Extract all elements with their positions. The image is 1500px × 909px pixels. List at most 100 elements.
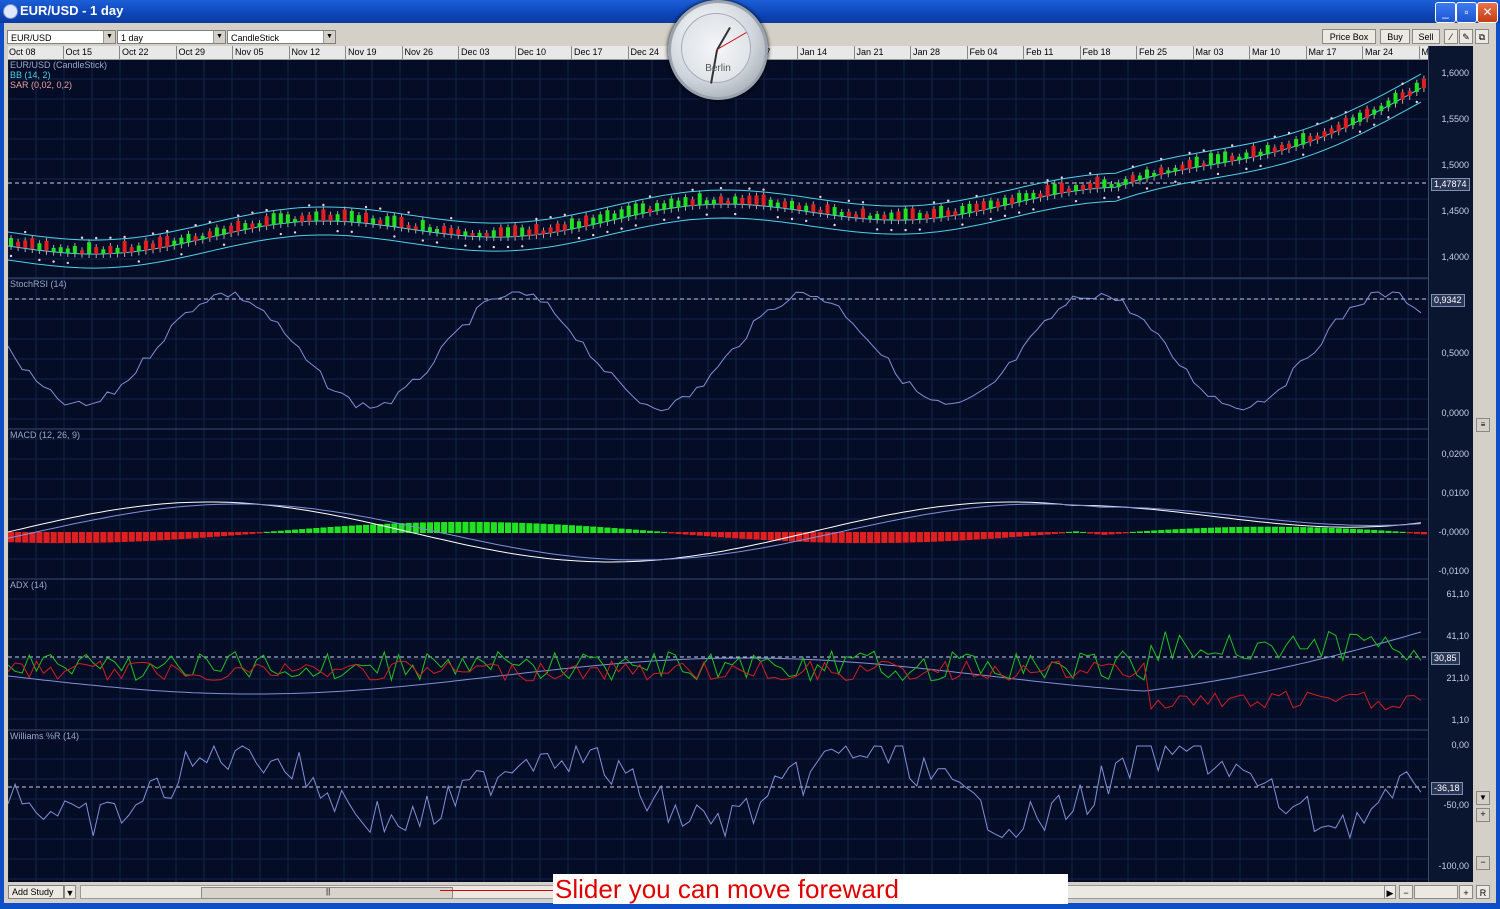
scroll-right-icon[interactable]: ▶ [1384,885,1396,899]
grip-label: || [326,887,331,896]
chevron-down-icon[interactable]: ▼ [64,885,76,899]
sar-dot [1032,208,1035,211]
candle-body [122,241,127,253]
chart-type-value: CandleStick [231,33,280,43]
vertical-scrollbar[interactable]: ≡ ▼ + − [1473,46,1491,882]
sar-dot [80,236,84,239]
detach-window-icon[interactable]: ⧉ [1475,29,1489,44]
macd-histogram-bar [1392,531,1399,533]
macd-histogram-bar [1314,527,1321,533]
chart-type-select[interactable]: CandleStick ▼ [227,30,336,44]
sar-dot [819,195,822,199]
clock-widget: Berlin [668,0,768,100]
macd-histogram-bar [363,524,370,533]
candle-body [811,204,816,212]
sar-dot [1387,116,1390,119]
macd-histogram-bar [1257,526,1264,533]
macd-histogram-bar [1186,528,1193,533]
sar-dot [1273,135,1277,138]
chart-area[interactable] [8,46,1428,882]
buy-button[interactable]: Buy [1380,29,1410,44]
macd-histogram-bar [867,532,874,544]
sar-dot [961,223,964,226]
zoom-in-icon[interactable]: + [1476,808,1490,822]
candle-body [328,214,333,221]
sar-dot [237,214,240,217]
axis-label: 61,10 [1446,589,1469,599]
date-tick-label: Oct 29 [175,46,205,59]
macd-histogram-bar [1002,532,1009,538]
candle-body [1272,147,1277,153]
reset-button[interactable]: R [1476,885,1490,899]
candle-body [882,214,887,220]
current-price-badge: 1,47874 [1431,178,1470,191]
time-slider-thumb[interactable]: || [201,887,453,899]
zoom-level-box[interactable] [1414,885,1458,899]
candle-body [108,245,113,254]
bb-label: BB (14, 2) [10,70,51,80]
macd-histogram-bar [1193,528,1200,533]
candle-body [1194,156,1199,168]
callout-pointer [440,890,553,891]
candle-body [1294,139,1299,147]
candle-body [58,247,63,253]
sar-dot [364,205,368,209]
sar-dot [1287,131,1291,135]
pencil-icon[interactable]: ✎ [1459,29,1473,44]
add-study-button[interactable]: Add Study [8,885,64,899]
sar-dot [549,215,552,219]
axis-label: -0,0000 [1438,527,1469,537]
sar-dot [1259,164,1262,168]
bb-middle-line [8,87,1422,255]
candle-body [1400,92,1405,100]
candle-body [1244,152,1249,159]
macd-histogram-bar [682,532,689,535]
sar-label: SAR (0,02, 0,2) [10,80,73,90]
macd-histogram-bar [1037,532,1044,536]
macd-histogram-bar [1129,531,1136,533]
sar-dot [1145,187,1149,190]
macd-histogram-bar [135,532,142,542]
candle-body [1088,183,1093,190]
macd-histogram-bar [1051,532,1058,534]
price-box-button[interactable]: Price Box [1322,29,1376,44]
draw-tool-icon[interactable]: ⁄ [1444,29,1458,44]
instrument-select[interactable]: EUR/USD ▼ [7,30,116,44]
chevron-down-icon[interactable]: ▼ [103,31,115,43]
sar-dot [464,244,467,247]
candle-body [775,202,780,208]
maximize-button[interactable]: ▫ [1456,2,1477,23]
zoom-out-icon[interactable]: − [1476,856,1490,870]
date-tick-label: Dec 17 [571,46,603,59]
scroll-grip-icon[interactable]: ≡ [1476,418,1490,432]
candle-body [1251,145,1256,158]
close-button[interactable]: ✕ [1477,2,1498,23]
scroll-down-icon[interactable]: ▼ [1476,791,1490,805]
sar-dot [38,258,41,262]
macd-histogram-bar [426,522,433,533]
macd-histogram-bar [881,532,888,543]
value-axis[interactable]: 1,6000 1,5500 1,5000 1,4500 1,4000 1,478… [1428,46,1473,882]
date-tick-label: Mar 3 [1418,46,1428,59]
zoom-in-button[interactable]: + [1459,885,1473,899]
sell-button[interactable]: Sell [1412,29,1440,44]
candle-body [278,213,283,225]
chevron-down-icon[interactable]: ▼ [213,31,225,43]
candle-body [51,247,56,252]
sar-dot [66,261,69,265]
chevron-down-icon[interactable]: ▼ [323,31,335,43]
candle-body [250,223,255,229]
zoom-out-button[interactable]: − [1399,885,1413,899]
date-tick-label: Jan 14 [797,46,827,59]
candle-body [953,211,958,216]
macd-histogram-bar [121,532,128,542]
macd-histogram-bar [817,532,824,543]
sar-dot [336,229,339,233]
macd-histogram-bar [469,521,476,533]
bb-lower-line [8,101,1422,269]
minimize-button[interactable]: _ [1435,2,1456,23]
period-select[interactable]: 1 day ▼ [117,30,226,44]
macd-histogram-bar [292,529,299,533]
add-study-label: Add Study [12,887,54,897]
candle-body [37,243,42,250]
